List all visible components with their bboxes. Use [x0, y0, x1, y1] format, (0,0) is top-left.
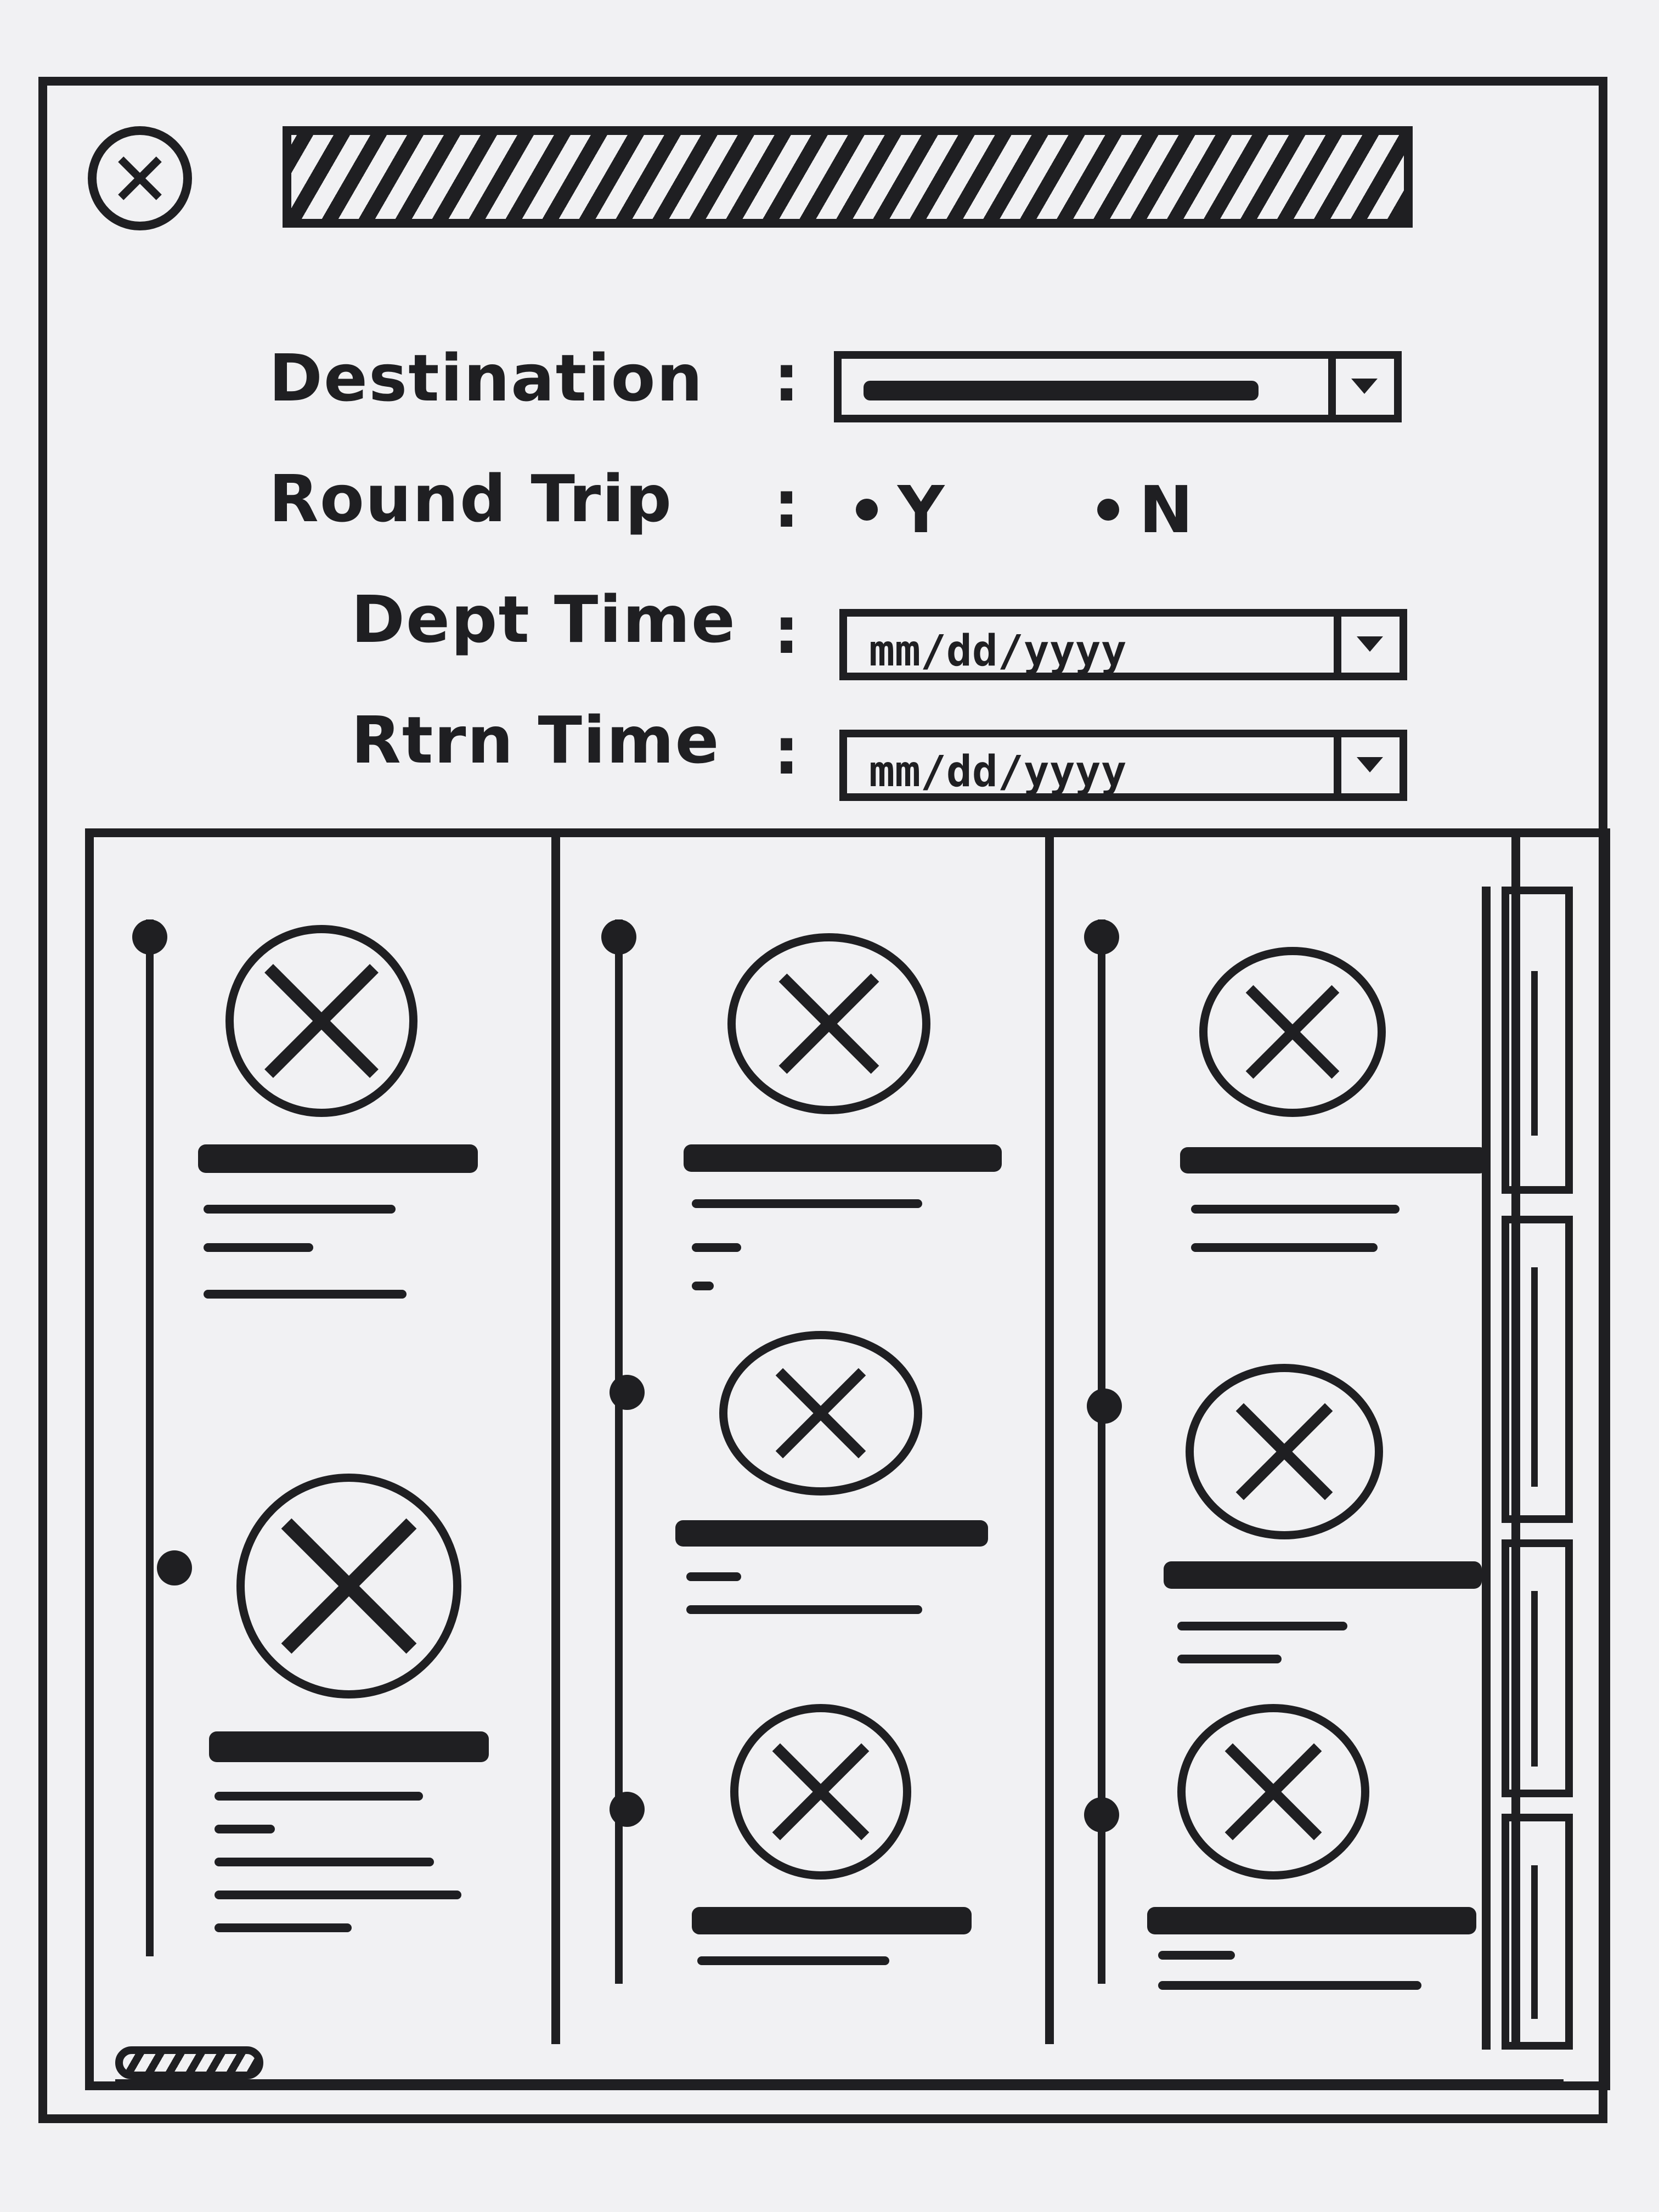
card-text-line — [692, 1282, 714, 1290]
result-card[interactable] — [560, 837, 1043, 1331]
scroll-segment[interactable] — [1502, 1216, 1573, 1523]
destination-select[interactable] — [834, 351, 1402, 422]
round-trip-no-radio[interactable]: N — [1097, 472, 1193, 548]
rtrn-time-placeholder: mm/dd/yyyy — [869, 747, 1127, 797]
image-placeholder-icon — [727, 933, 930, 1114]
dropdown-arrow-icon[interactable] — [1334, 737, 1400, 793]
radio-dot — [856, 499, 878, 521]
image-placeholder-icon — [1186, 1364, 1383, 1539]
card-title-bar — [198, 1144, 478, 1173]
radio-no-label: N — [1139, 472, 1193, 548]
result-card[interactable] — [560, 1633, 1043, 1989]
image-placeholder-icon — [1199, 947, 1386, 1117]
result-column-1 — [94, 837, 560, 2044]
image-placeholder-icon — [730, 1704, 911, 1880]
result-card[interactable] — [560, 1304, 1043, 1622]
card-title-bar — [684, 1144, 1002, 1172]
image-placeholder-icon — [719, 1331, 922, 1496]
rtrn-time-select[interactable]: mm/dd/yyyy — [839, 730, 1407, 801]
close-icon[interactable] — [88, 126, 192, 230]
result-column-2 — [560, 837, 1054, 2044]
destination-colon: : — [774, 340, 800, 416]
destination-label: Destination — [269, 340, 704, 416]
dept-time-colon: : — [774, 592, 800, 668]
round-trip-label: Round Trip — [269, 461, 673, 537]
card-text-line — [215, 1792, 423, 1801]
result-card[interactable] — [1054, 837, 1509, 1331]
dropdown-arrow-icon[interactable] — [1328, 359, 1394, 415]
scroll-grip — [1531, 1591, 1538, 1767]
horizontal-scroll-thumb[interactable] — [115, 2046, 263, 2079]
card-text-line — [204, 1205, 396, 1214]
radio-dot — [1097, 499, 1119, 521]
result-card[interactable] — [1054, 1347, 1509, 1663]
card-title-bar — [675, 1520, 988, 1547]
card-title-bar — [692, 1907, 972, 1934]
card-title-bar — [1180, 1147, 1487, 1173]
card-text-line — [692, 1243, 741, 1252]
radio-yes-label: Y — [898, 472, 945, 548]
card-text-line — [697, 1956, 889, 1965]
card-title-bar — [209, 1731, 489, 1762]
card-text-line — [215, 1858, 434, 1866]
card-text-line — [1191, 1243, 1378, 1252]
image-placeholder-icon — [236, 1474, 461, 1699]
card-text-line — [204, 1243, 313, 1252]
rtrn-time-colon: : — [774, 713, 800, 789]
horizontal-scroll-track — [115, 2079, 1564, 2088]
sketch-sheet: Destination : Round Trip : Y N Dept Time… — [0, 0, 1659, 2212]
scroll-grip — [1531, 1865, 1538, 2019]
dept-time-placeholder: mm/dd/yyyy — [869, 627, 1127, 676]
results-panel[interactable] — [85, 828, 1610, 2090]
result-column-3 — [1054, 837, 1520, 2044]
card-text-line — [1158, 1981, 1421, 1990]
result-card[interactable] — [94, 837, 549, 1331]
scroll-grip — [1531, 1267, 1538, 1487]
rtrn-time-label: Rtrn Time — [351, 702, 720, 778]
card-text-line — [686, 1605, 922, 1614]
round-trip-yes-radio[interactable]: Y — [856, 472, 944, 548]
scroll-segment[interactable] — [1502, 1814, 1573, 2050]
dropdown-arrow-icon[interactable] — [1334, 617, 1400, 673]
vertical-scrollbar[interactable] — [1482, 887, 1602, 2050]
card-title-bar — [1147, 1907, 1476, 1934]
card-text-line — [1158, 1951, 1235, 1960]
result-card[interactable] — [1054, 1677, 1509, 1990]
dept-time-select[interactable]: mm/dd/yyyy — [839, 609, 1407, 680]
card-title-bar — [1164, 1561, 1482, 1589]
scroll-segment[interactable] — [1502, 1539, 1573, 1797]
image-placeholder-icon — [225, 925, 417, 1117]
card-text-line — [692, 1199, 922, 1208]
card-text-line — [1177, 1655, 1282, 1663]
scroll-thumb[interactable] — [1502, 887, 1573, 1194]
card-text-line — [1177, 1622, 1347, 1630]
card-text-line — [204, 1290, 407, 1299]
scroll-grip — [1531, 971, 1538, 1136]
title-bar — [283, 126, 1413, 228]
card-text-line — [215, 1825, 275, 1833]
card-text-line — [215, 1891, 461, 1899]
card-text-line — [1191, 1205, 1400, 1214]
round-trip-colon: : — [774, 466, 800, 542]
result-card[interactable] — [94, 1441, 549, 1989]
destination-value-bar — [864, 381, 1259, 400]
card-text-line — [686, 1572, 741, 1581]
dept-time-label: Dept Time — [351, 582, 736, 657]
card-text-line — [215, 1923, 352, 1932]
image-placeholder-icon — [1177, 1704, 1369, 1880]
